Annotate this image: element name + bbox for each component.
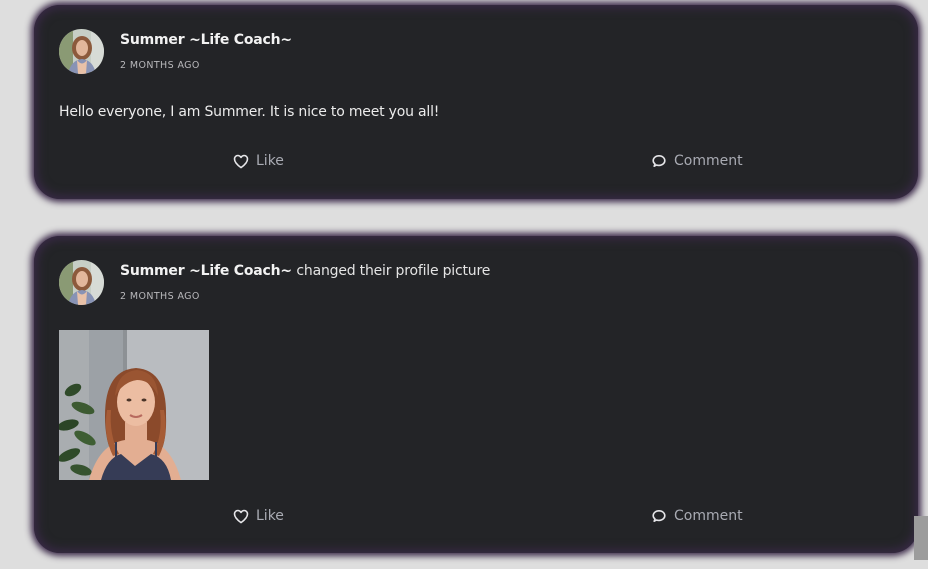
post-text: Hello everyone, I am Summer. It is nice … [59, 104, 440, 120]
comment-button[interactable]: Comment [651, 153, 743, 169]
heart-icon [233, 509, 249, 524]
author-name[interactable]: Summer ~Life Coach~ [120, 32, 292, 48]
comment-button[interactable]: Comment [651, 508, 743, 524]
post-header: Summer ~Life Coach~ [120, 32, 292, 48]
like-label: Like [256, 508, 284, 524]
speech-bubble-icon [651, 154, 667, 169]
like-button[interactable]: Like [233, 508, 284, 524]
post-timestamp[interactable]: 2 MONTHS AGO [120, 60, 200, 71]
speech-bubble-icon [651, 509, 667, 524]
activity-text: changed their profile picture [296, 263, 491, 279]
avatar[interactable] [59, 260, 104, 305]
feed-post: Summer ~Life Coach~ 2 MONTHS AGO Hello e… [34, 5, 918, 199]
comment-label: Comment [674, 153, 743, 169]
scrollbar-thumb[interactable] [914, 516, 928, 560]
like-label: Like [256, 153, 284, 169]
profile-picture-image[interactable] [59, 330, 209, 480]
post-timestamp[interactable]: 2 MONTHS AGO [120, 291, 200, 302]
like-button[interactable]: Like [233, 153, 284, 169]
feed-post: Summer ~Life Coach~ changed their profil… [34, 236, 918, 553]
avatar[interactable] [59, 29, 104, 74]
comment-label: Comment [674, 508, 743, 524]
post-header: Summer ~Life Coach~ changed their profil… [120, 263, 490, 279]
heart-icon [233, 154, 249, 169]
author-name[interactable]: Summer ~Life Coach~ [120, 263, 292, 279]
